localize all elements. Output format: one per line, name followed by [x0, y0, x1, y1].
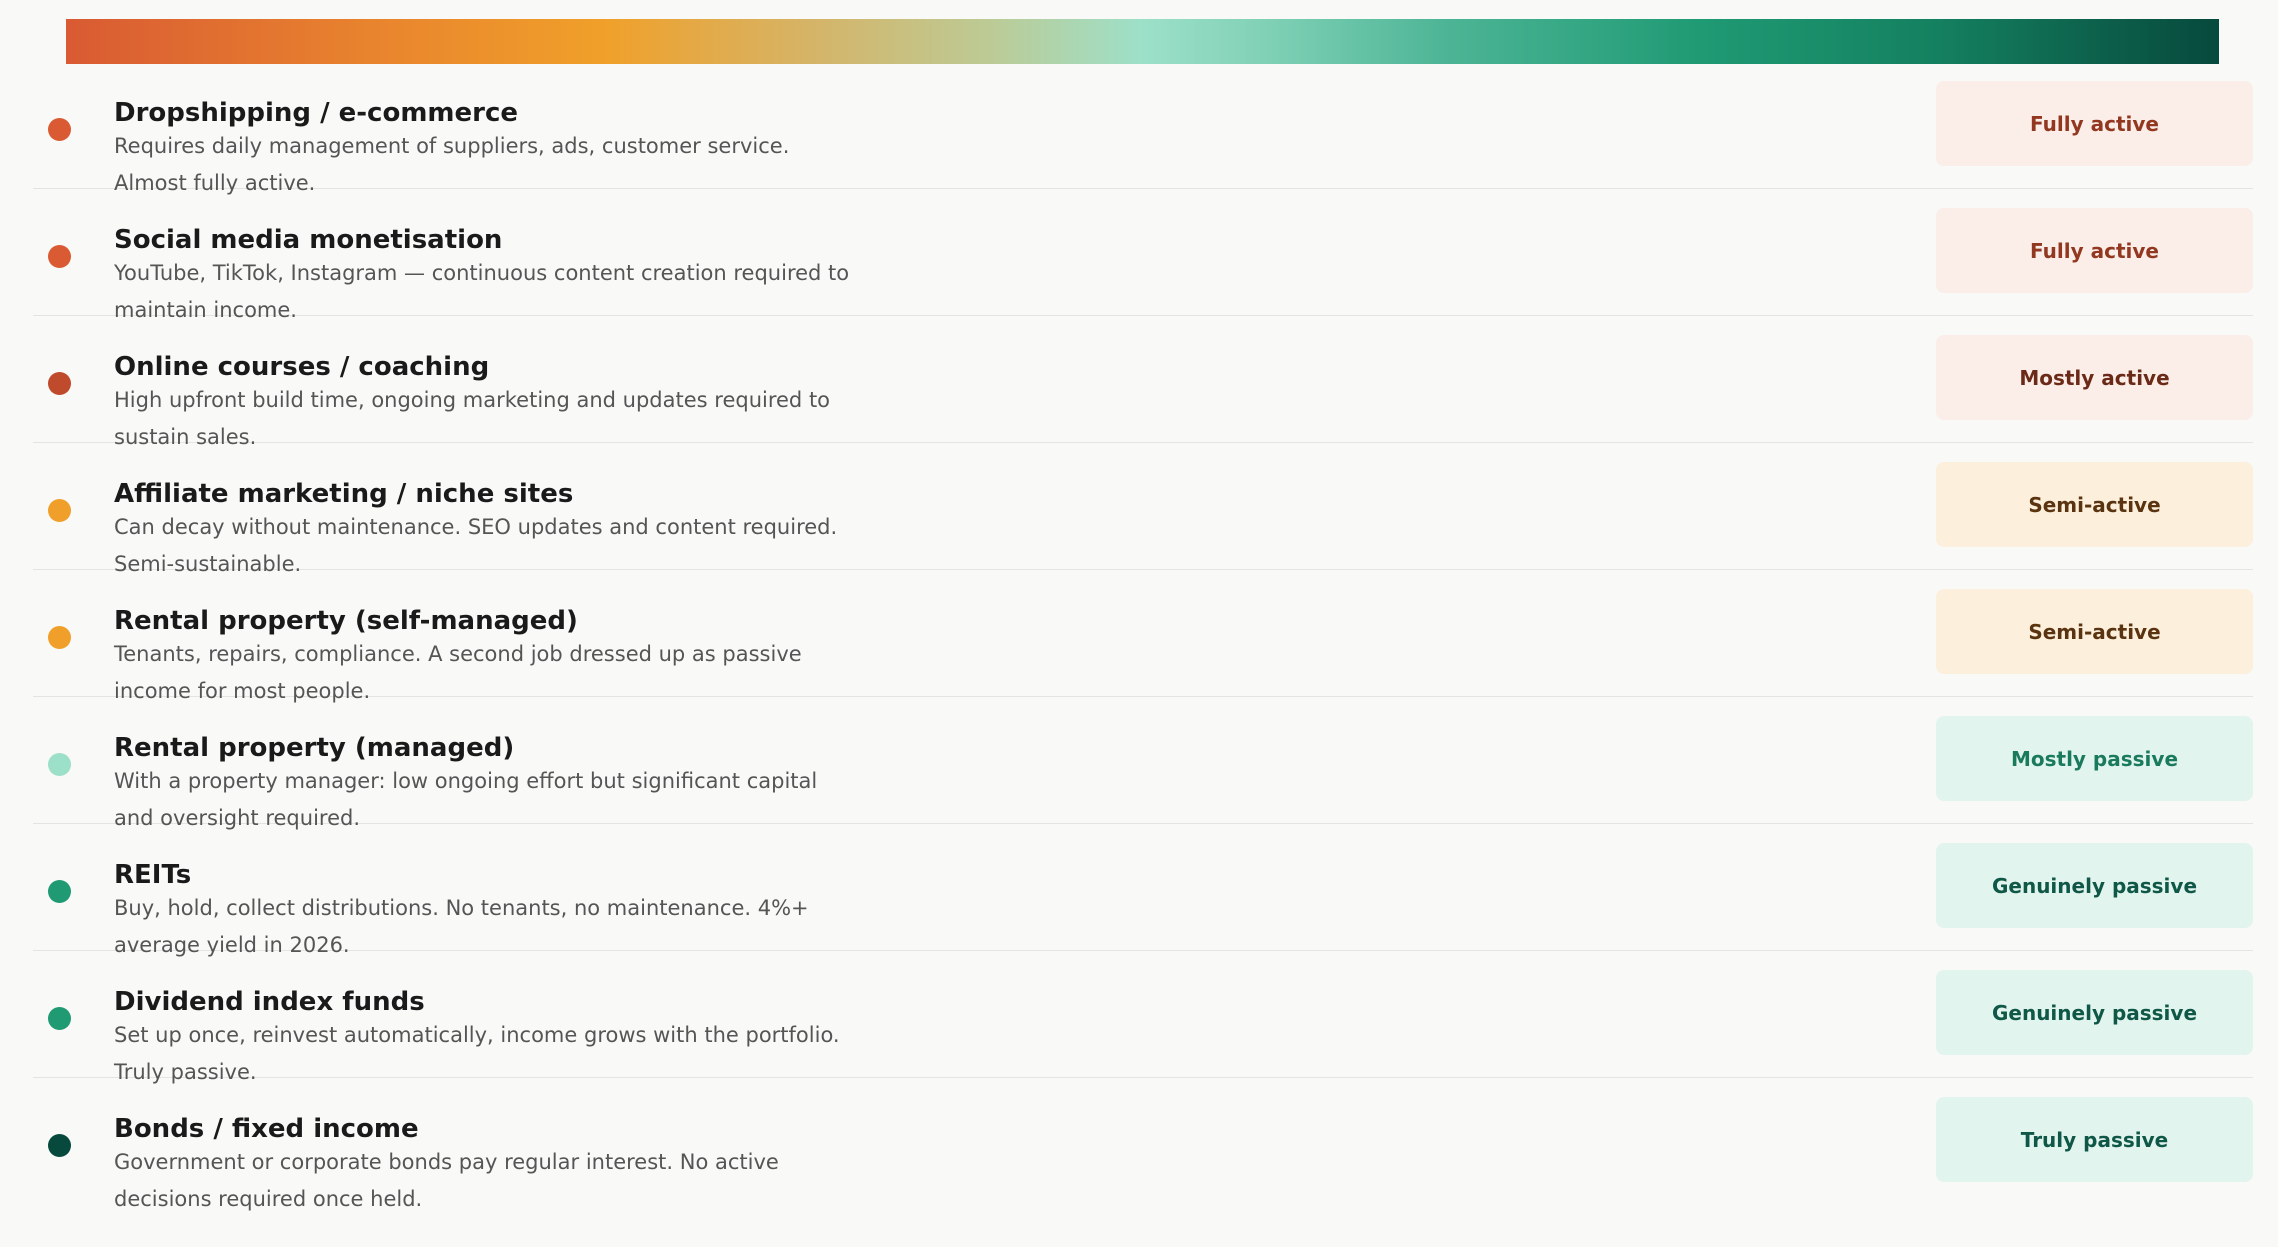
- item-text: Rental property (self-managed) Tenants, …: [114, 606, 1414, 710]
- status-dot: [48, 372, 71, 395]
- status-badge: Fully active: [1936, 81, 2253, 166]
- status-badge: Genuinely passive: [1936, 970, 2253, 1055]
- status-badge: Semi-active: [1936, 462, 2253, 547]
- item-title: Dropshipping / e-commerce: [114, 98, 519, 128]
- item-text: Dividend index funds Set up once, reinve…: [114, 987, 1414, 1091]
- list-item: Dividend index funds Set up once, reinve…: [33, 951, 2253, 1084]
- status-badge: Fully active: [1936, 208, 2253, 293]
- item-text: Social media monetisation YouTube, TikTo…: [114, 225, 1414, 329]
- list-item: Online courses / coaching High upfront b…: [33, 316, 2253, 449]
- item-description: Government or corporate bonds pay regula…: [114, 1150, 779, 1211]
- item-text: Bonds / fixed income Government or corpo…: [114, 1114, 1414, 1218]
- list-item: Rental property (self-managed) Tenants, …: [33, 570, 2253, 703]
- item-text: Online courses / coaching High upfront b…: [114, 352, 1414, 456]
- status-badge: Genuinely passive: [1936, 843, 2253, 928]
- list-item: REITs Buy, hold, collect distributions. …: [33, 824, 2253, 957]
- item-text: Affiliate marketing / niche sites Can de…: [114, 479, 1414, 583]
- status-badge: Truly passive: [1936, 1097, 2253, 1182]
- item-title: Dividend index funds: [114, 987, 425, 1017]
- item-title: Social media monetisation: [114, 225, 503, 255]
- item-title: REITs: [114, 860, 192, 890]
- item-text: REITs Buy, hold, collect distributions. …: [114, 860, 1414, 964]
- status-dot: [48, 626, 71, 649]
- status-dot: [48, 118, 71, 141]
- status-dot: [48, 880, 71, 903]
- status-badge: Mostly active: [1936, 335, 2253, 420]
- status-dot: [48, 1134, 71, 1157]
- income-type-list: Dropshipping / e-commerce Requires daily…: [33, 62, 2253, 1211]
- item-title: Rental property (self-managed): [114, 606, 578, 636]
- list-item: Bonds / fixed income Government or corpo…: [33, 1078, 2253, 1211]
- list-item: Social media monetisation YouTube, TikTo…: [33, 189, 2253, 322]
- list-item: Dropshipping / e-commerce Requires daily…: [33, 62, 2253, 195]
- item-title: Bonds / fixed income: [114, 1114, 419, 1144]
- status-dot: [48, 499, 71, 522]
- status-dot: [48, 1007, 71, 1030]
- item-text: Dropshipping / e-commerce Requires daily…: [114, 98, 1414, 202]
- item-text: Rental property (managed) With a propert…: [114, 733, 1414, 837]
- item-title: Affiliate marketing / niche sites: [114, 479, 574, 509]
- status-dot: [48, 245, 71, 268]
- item-title: Online courses / coaching: [114, 352, 490, 382]
- status-badge: Semi-active: [1936, 589, 2253, 674]
- status-badge: Mostly passive: [1936, 716, 2253, 801]
- list-item: Rental property (managed) With a propert…: [33, 697, 2253, 830]
- item-title: Rental property (managed): [114, 733, 515, 763]
- status-dot: [48, 753, 71, 776]
- active-passive-gradient-scale: [66, 19, 2219, 64]
- list-item: Affiliate marketing / niche sites Can de…: [33, 443, 2253, 576]
